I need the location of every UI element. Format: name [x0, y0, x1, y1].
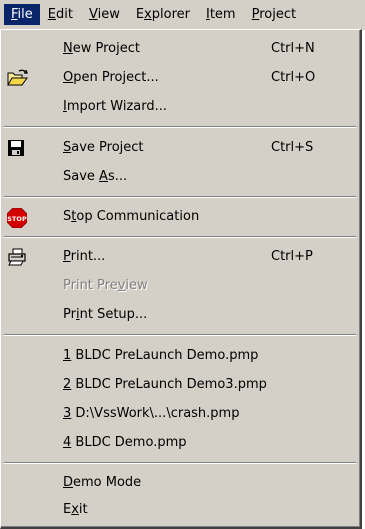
- menu-bar: File Edit View Explorer Item Project: [0, 0, 365, 30]
- menu-item-label: 3 D:\VssWork\...\crash.pmp: [63, 400, 239, 428]
- menu-item-label: Demo Mode: [63, 469, 141, 497]
- stop-sign-text: STOP: [7, 215, 27, 223]
- app-frame: File Edit View Explorer Item Project New…: [0, 0, 365, 529]
- shortcut-label: Ctrl+P: [271, 249, 313, 264]
- label-mnemonic: O: [63, 70, 74, 85]
- menu-item-label: Import Wizard...: [63, 93, 167, 121]
- menu-item[interactable]: Item: [198, 4, 244, 25]
- label-post: nt Setup...: [79, 307, 148, 322]
- menu-edit-post: dit: [56, 7, 73, 22]
- label-post: ave Project: [71, 140, 144, 155]
- menu-item-new-project[interactable]: New Project Ctrl+N: [1, 35, 359, 63]
- shortcut-label: Ctrl+N: [271, 41, 315, 56]
- menu-item-demo-mode[interactable]: Demo Mode: [1, 469, 359, 497]
- menu-separator: [4, 462, 356, 464]
- label-post: mport Wizard...: [66, 99, 168, 114]
- menu-explorer-mnemonic: x: [144, 7, 152, 22]
- menu-view-post: iew: [97, 7, 120, 22]
- menu-file[interactable]: File: [4, 4, 40, 25]
- menu-item-label: Open Project...: [63, 64, 159, 92]
- label-post: BLDC PreLaunch Demo.pmp: [71, 348, 259, 363]
- menu-item-label: Exit: [63, 496, 88, 524]
- label-pre: E: [63, 502, 72, 517]
- menu-item-label: New Project: [63, 35, 140, 63]
- menu-project[interactable]: Project: [244, 4, 305, 25]
- label-post: op Communication: [76, 209, 200, 224]
- menu-item-import-wizard[interactable]: Import Wizard...: [1, 93, 359, 121]
- recent-file-3[interactable]: 3 D:\VssWork\...\crash.pmp: [1, 400, 359, 428]
- label-post: BLDC PreLaunch Demo3.pmp: [71, 377, 267, 392]
- menu-item-label: 2 BLDC PreLaunch Demo3.pmp: [63, 371, 267, 399]
- menu-item-stop-communication[interactable]: STOP Stop Communication: [1, 203, 359, 231]
- menu-item-print-setup[interactable]: Print Setup...: [1, 301, 359, 329]
- menu-item-save-as[interactable]: Save As...: [1, 163, 359, 191]
- label-mnemonic: D: [63, 475, 74, 490]
- menu-item-label: Save As...: [63, 163, 127, 191]
- menu-item-print[interactable]: Print... Ctrl+P: [1, 243, 359, 271]
- menu-explorer-pre: E: [135, 7, 145, 22]
- menu-view-mnemonic: V: [88, 7, 98, 22]
- label-post: it: [78, 502, 88, 517]
- menu-item-label: 4 BLDC Demo.pmp: [63, 429, 187, 457]
- menu-edit[interactable]: Edit: [40, 4, 81, 25]
- label-mnemonic: N: [63, 41, 73, 56]
- label-mnemonic: P: [63, 249, 71, 264]
- menu-view[interactable]: View: [81, 4, 128, 25]
- menu-edit-mnemonic: E: [47, 7, 56, 22]
- menu-item-exit[interactable]: Exit: [1, 496, 359, 524]
- menu-item-label: Save Project: [63, 134, 144, 162]
- menu-explorer-post: plorer: [151, 7, 190, 22]
- label-post: s...: [107, 169, 128, 184]
- shortcut-label: Ctrl+O: [271, 70, 316, 85]
- recent-file-4[interactable]: 4 BLDC Demo.pmp: [1, 429, 359, 457]
- open-folder-icon: [7, 69, 28, 87]
- menu-item-label: 1 BLDC PreLaunch Demo.pmp: [63, 342, 258, 370]
- label-pre: Save: [63, 169, 100, 184]
- file-menu-dropdown: New Project Ctrl+N Open Project... Ctrl+…: [0, 29, 362, 529]
- recent-file-2[interactable]: 2 BLDC PreLaunch Demo3.pmp: [1, 371, 359, 399]
- label-post: emo Mode: [73, 475, 142, 490]
- label-post: rint...: [70, 249, 106, 264]
- printer-icon: [7, 248, 27, 266]
- recent-file-1[interactable]: 1 BLDC PreLaunch Demo.pmp: [1, 342, 359, 370]
- label-post: D:\VssWork\...\crash.pmp: [71, 406, 240, 421]
- menu-item-label: Print Setup...: [63, 301, 147, 329]
- menu-item-label: Print Preview: [63, 272, 148, 300]
- menu-project-post: roject: [259, 7, 297, 22]
- shortcut-label: Ctrl+S: [271, 140, 314, 155]
- menu-file-post: ile: [17, 7, 33, 22]
- menu-item-label: Stop Communication: [63, 203, 199, 231]
- floppy-disk-icon: [7, 139, 27, 157]
- menu-separator: [4, 236, 356, 238]
- label-post: pen Project...: [73, 70, 159, 85]
- menu-item-post: tem: [209, 7, 236, 22]
- menu-item-print-preview: Print Preview: [1, 272, 359, 300]
- menu-separator: [4, 334, 356, 336]
- menu-item-open-project[interactable]: Open Project... Ctrl+O: [1, 64, 359, 92]
- menu-item-label: Print...: [63, 243, 105, 271]
- label-post: BLDC Demo.pmp: [71, 435, 187, 450]
- label-pre: Pr: [63, 307, 76, 322]
- label-pre: Print Pre: [63, 278, 118, 293]
- menu-explorer[interactable]: Explorer: [128, 4, 198, 25]
- label-mnemonic: A: [99, 169, 108, 184]
- label-mnemonic: x: [71, 502, 79, 517]
- label-post: ew Project: [72, 41, 140, 56]
- menu-separator: [4, 196, 356, 198]
- menu-item-save-project[interactable]: Save Project Ctrl+S: [1, 134, 359, 162]
- menu-separator: [4, 126, 356, 128]
- label-post: iew: [125, 278, 148, 293]
- stop-sign-icon: STOP: [6, 207, 28, 229]
